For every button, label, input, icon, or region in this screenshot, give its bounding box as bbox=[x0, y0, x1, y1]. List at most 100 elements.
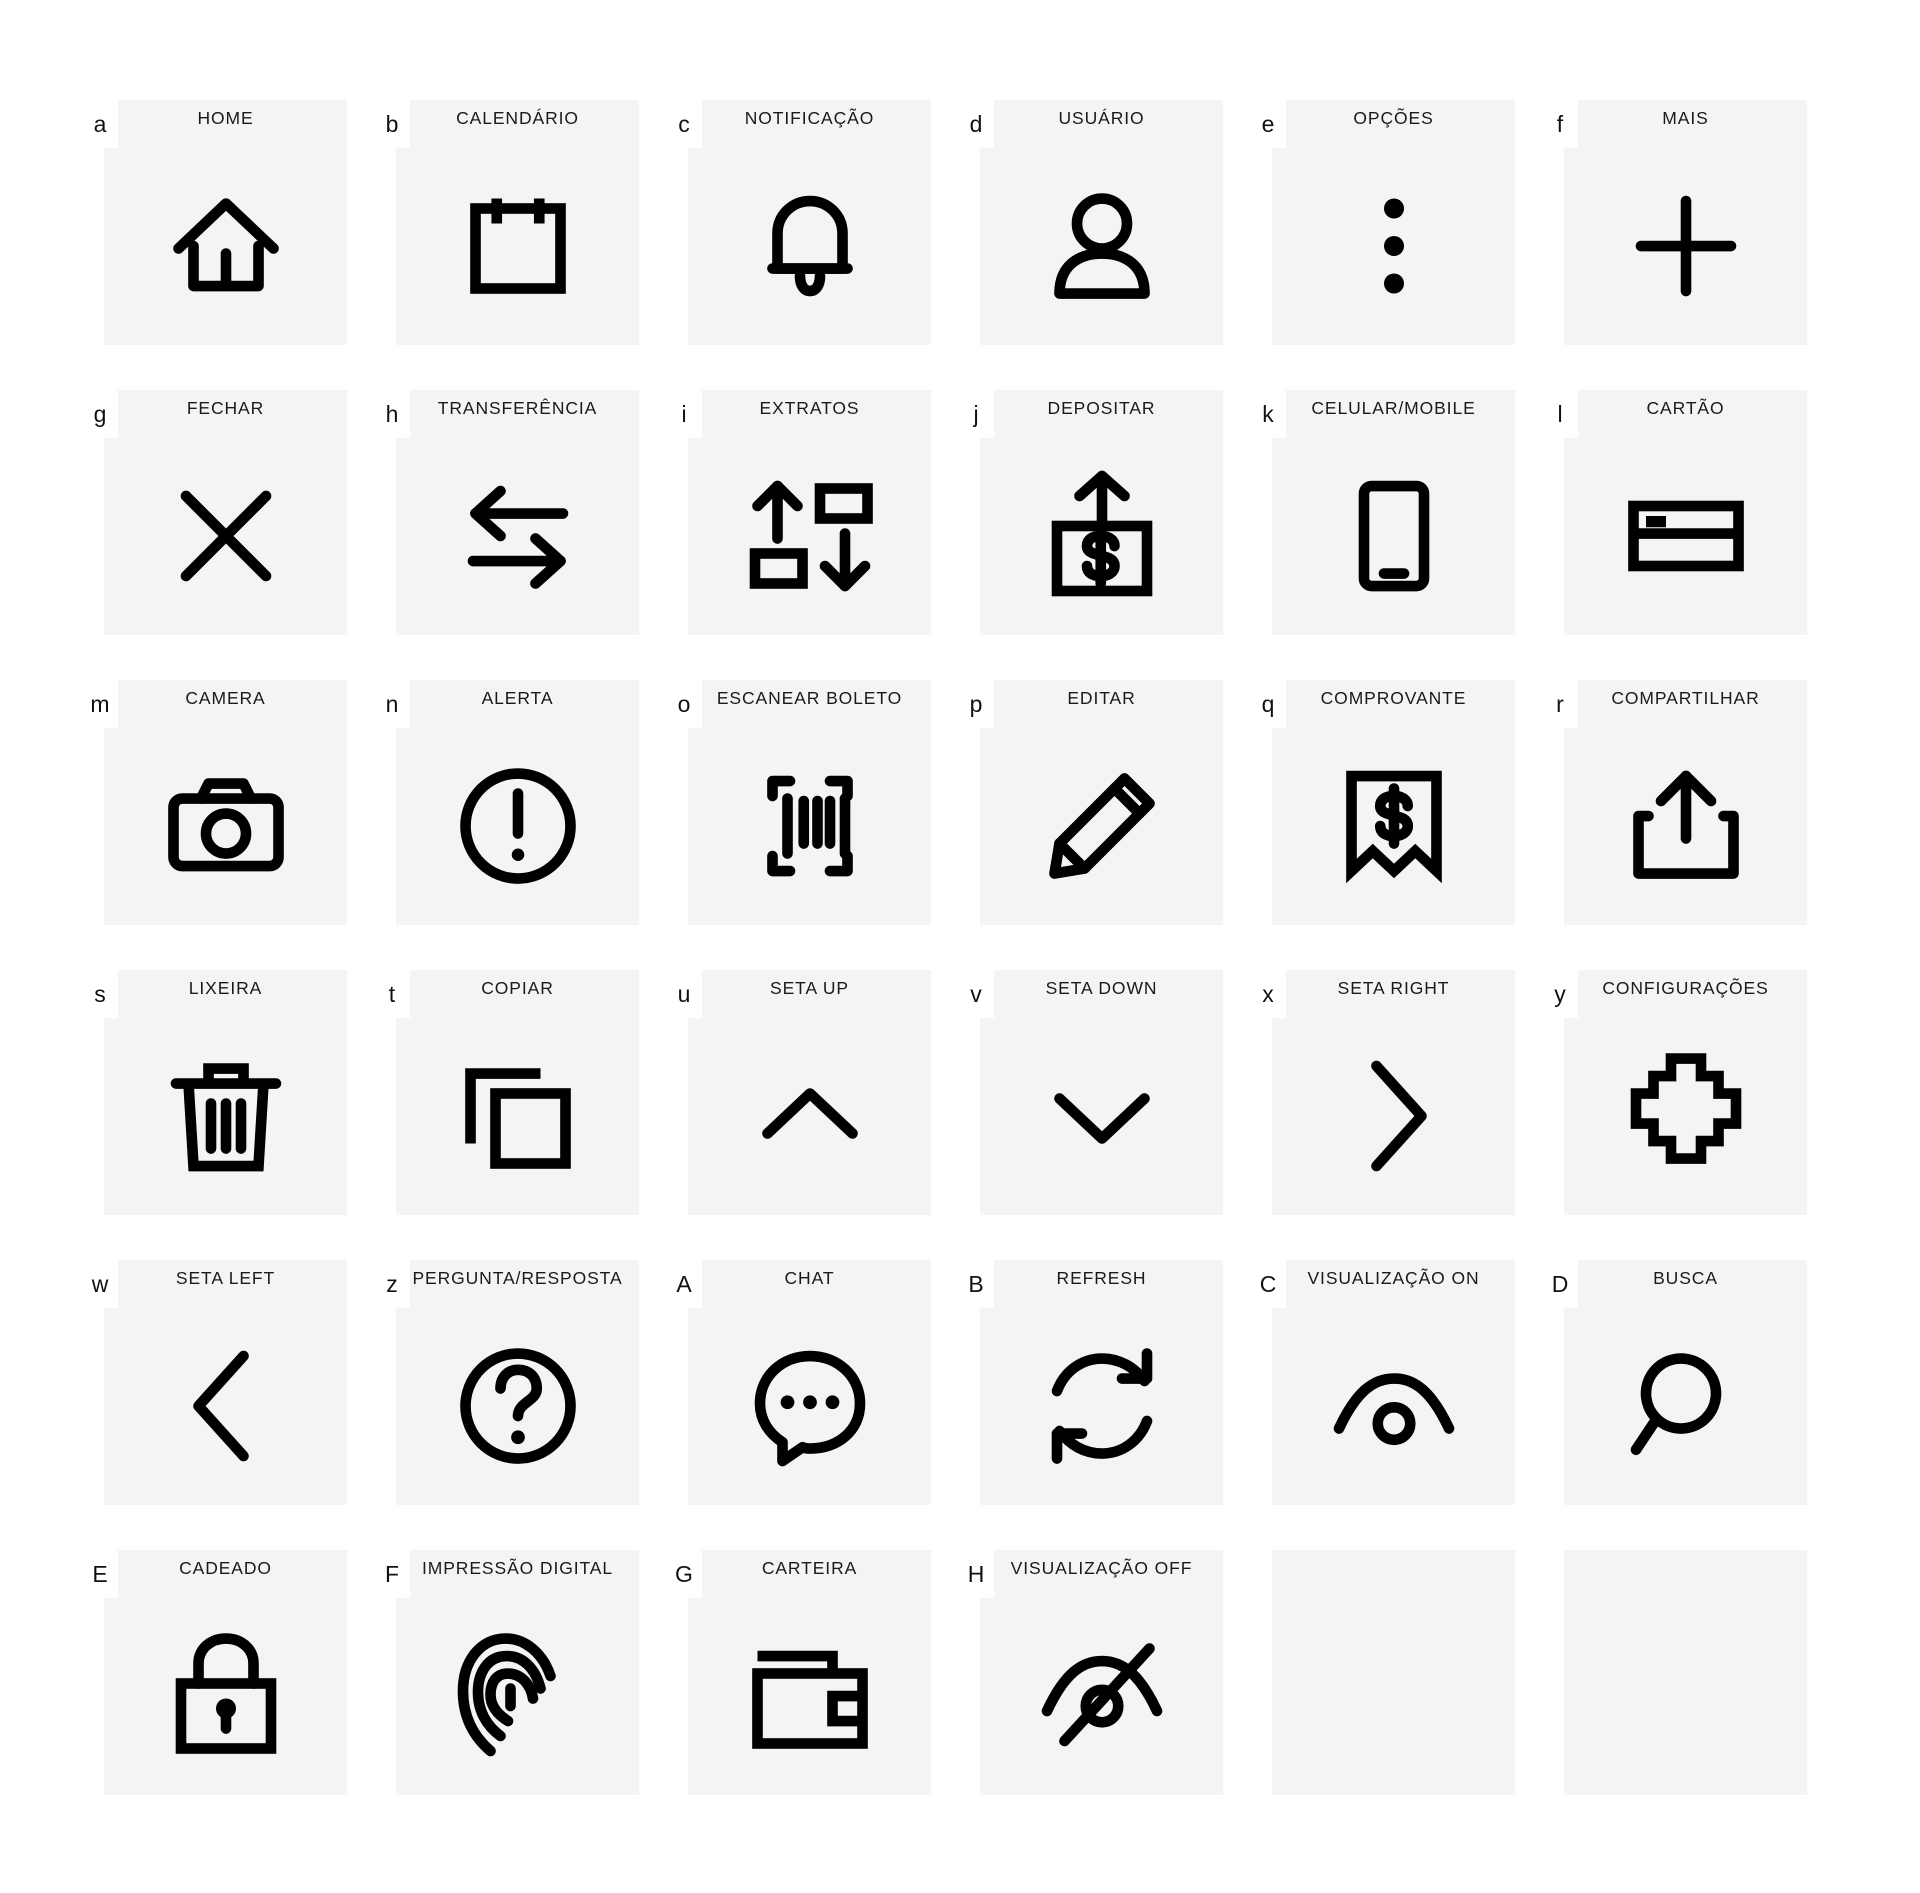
icon-tile-share-upload[interactable]: r COMPARTILHAR bbox=[1542, 680, 1807, 925]
icon-label: EXTRATOS bbox=[759, 398, 860, 418]
icon-key-badge: d bbox=[958, 100, 994, 148]
icon-tile-barcode-scan[interactable]: o ESCANEAR BOLETO bbox=[666, 680, 931, 925]
deposit-icon bbox=[980, 436, 1223, 635]
icon-key-badge: D bbox=[1542, 1260, 1578, 1308]
icon-key-badge: G bbox=[666, 1550, 702, 1598]
icon-label: SETA RIGHT bbox=[1337, 978, 1450, 998]
icon-tile-wallet[interactable]: G CARTEIRA bbox=[666, 1550, 931, 1795]
icon-key-badge: i bbox=[666, 390, 702, 438]
icon-label: HOME bbox=[197, 108, 254, 128]
icon-tile-gear[interactable]: y CONFIGURAÇÕES bbox=[1542, 970, 1807, 1215]
icon-label: FECHAR bbox=[186, 398, 265, 418]
icon-key-badge: C bbox=[1250, 1260, 1286, 1308]
question-circle-icon bbox=[396, 1306, 639, 1505]
icon-label: CONFIGURAÇÕES bbox=[1602, 978, 1769, 998]
icon-tile-kebab-menu[interactable]: e OPÇÕES bbox=[1250, 100, 1515, 345]
icon-label: IMPRESSÃO DIGITAL bbox=[422, 1558, 613, 1578]
icon-key-badge: E bbox=[82, 1550, 118, 1598]
icon-tile-chat-bubble[interactable]: A CHAT bbox=[666, 1260, 931, 1505]
icon-label: COPIAR bbox=[481, 978, 554, 998]
icon-label: CHAT bbox=[784, 1268, 835, 1288]
icon-tile-transfer-arrows[interactable]: h TRANSFERÊNCIA bbox=[374, 390, 639, 635]
home-icon bbox=[104, 146, 347, 345]
icon-tile-chevron-down[interactable]: v SETA DOWN bbox=[958, 970, 1223, 1215]
icon-tile-fingerprint[interactable]: F IMPRESSÃO DIGITAL bbox=[374, 1550, 639, 1795]
icon-tile-question-circle[interactable]: z PERGUNTA/RESPOSTA bbox=[374, 1260, 639, 1505]
icon-grid: a HOME b CALENDÁRIO c NOTIFICAÇÃO d USUÁRIO … bbox=[82, 100, 1816, 1840]
icon-key-badge: u bbox=[666, 970, 702, 1018]
icon-label: BUSCA bbox=[1653, 1268, 1718, 1288]
calendar-icon bbox=[396, 146, 639, 345]
icon-key-badge: o bbox=[666, 680, 702, 728]
icon-label: USUÁRIO bbox=[1058, 108, 1145, 128]
icon-tile-bell[interactable]: c NOTIFICAÇÃO bbox=[666, 100, 931, 345]
chevron-right-icon bbox=[1272, 1016, 1515, 1215]
icon-tile-alert-circle[interactable]: n ALERTA bbox=[374, 680, 639, 925]
camera-icon bbox=[104, 726, 347, 925]
icon-tile-eye-off[interactable]: H VISUALIZAÇÃO OFF bbox=[958, 1550, 1223, 1795]
icon-key-badge: z bbox=[374, 1260, 410, 1308]
bell-icon bbox=[688, 146, 931, 345]
icon-tile-empty bbox=[1564, 1550, 1807, 1795]
icon-tile-plus[interactable]: f MAIS bbox=[1542, 100, 1807, 345]
smartphone-icon bbox=[1272, 436, 1515, 635]
icon-tile-calendar[interactable]: b CALENDÁRIO bbox=[374, 100, 639, 345]
icon-key-badge: t bbox=[374, 970, 410, 1018]
icon-tile-copy[interactable]: t COPIAR bbox=[374, 970, 639, 1215]
icon-tile-credit-card[interactable]: l CARTÃO bbox=[1542, 390, 1807, 635]
icon-key-badge: m bbox=[82, 680, 118, 728]
icon-tile-chevron-right[interactable]: x SETA RIGHT bbox=[1250, 970, 1515, 1215]
icon-key-badge: p bbox=[958, 680, 994, 728]
lock-icon bbox=[104, 1596, 347, 1795]
icon-tile-search[interactable]: D BUSCA bbox=[1542, 1260, 1807, 1505]
icon-tile-camera[interactable]: m CAMERA bbox=[82, 680, 347, 925]
search-icon bbox=[1564, 1306, 1807, 1505]
icon-label: NOTIFICAÇÃO bbox=[744, 108, 875, 128]
icon-label: CELULAR/MOBILE bbox=[1311, 398, 1476, 418]
icon-tile-smartphone[interactable]: k CELULAR/MOBILE bbox=[1250, 390, 1515, 635]
fingerprint-icon bbox=[396, 1596, 639, 1795]
icon-tile-trash[interactable]: s LIXEIRA bbox=[82, 970, 347, 1215]
icon-key-badge: l bbox=[1542, 390, 1578, 438]
icon-label: TRANSFERÊNCIA bbox=[437, 398, 598, 418]
eye-on-icon bbox=[1272, 1306, 1515, 1505]
copy-icon bbox=[396, 1016, 639, 1215]
icon-label: MAIS bbox=[1662, 108, 1709, 128]
icon-label: DEPOSITAR bbox=[1047, 398, 1156, 418]
close-x-icon bbox=[104, 436, 347, 635]
icon-tile-deposit[interactable]: j DEPOSITAR bbox=[958, 390, 1223, 635]
icon-tile-eye-on[interactable]: C VISUALIZAÇÃO ON bbox=[1250, 1260, 1515, 1505]
chevron-up-icon bbox=[688, 1016, 931, 1215]
icon-key-badge: F bbox=[374, 1550, 410, 1598]
icon-label: OPÇÕES bbox=[1353, 108, 1434, 128]
icon-tile-user[interactable]: d USUÁRIO bbox=[958, 100, 1223, 345]
icon-key-badge: y bbox=[1542, 970, 1578, 1018]
pencil-icon bbox=[980, 726, 1223, 925]
icon-tile-pencil[interactable]: p EDITAR bbox=[958, 680, 1223, 925]
icon-key-badge: f bbox=[1542, 100, 1578, 148]
icon-tile-lock[interactable]: E CADEADO bbox=[82, 1550, 347, 1795]
icon-tile-close-x[interactable]: g FECHAR bbox=[82, 390, 347, 635]
icon-tile-chevron-up[interactable]: u SETA UP bbox=[666, 970, 931, 1215]
icon-label: SETA LEFT bbox=[175, 1268, 276, 1288]
icon-key-badge: b bbox=[374, 100, 410, 148]
icon-tile-chevron-left[interactable]: w SETA LEFT bbox=[82, 1260, 347, 1505]
icon-sheet: a HOME b CALENDÁRIO c NOTIFICAÇÃO d USUÁRIO … bbox=[0, 0, 1920, 1893]
icon-key-badge: e bbox=[1250, 100, 1286, 148]
barcode-scan-icon bbox=[688, 726, 931, 925]
icon-label: SETA DOWN bbox=[1045, 978, 1158, 998]
icon-tile-receipt[interactable]: q COMPROVANTE bbox=[1250, 680, 1515, 925]
icon-key-badge: H bbox=[958, 1550, 994, 1598]
icon-key-badge: w bbox=[82, 1260, 118, 1308]
icon-tile-refresh[interactable]: B REFRESH bbox=[958, 1260, 1223, 1505]
alert-circle-icon bbox=[396, 726, 639, 925]
icon-key-badge: h bbox=[374, 390, 410, 438]
icon-tile-home[interactable]: a HOME bbox=[82, 100, 347, 345]
icon-key-badge: c bbox=[666, 100, 702, 148]
receipt-icon bbox=[1272, 726, 1515, 925]
icon-label: VISUALIZAÇÃO OFF bbox=[1010, 1558, 1193, 1578]
icon-tile-statements-arrows[interactable]: i EXTRATOS bbox=[666, 390, 931, 635]
icon-label: COMPARTILHAR bbox=[1611, 688, 1760, 708]
icon-tile-empty bbox=[1272, 1550, 1515, 1795]
chevron-down-icon bbox=[980, 1016, 1223, 1215]
